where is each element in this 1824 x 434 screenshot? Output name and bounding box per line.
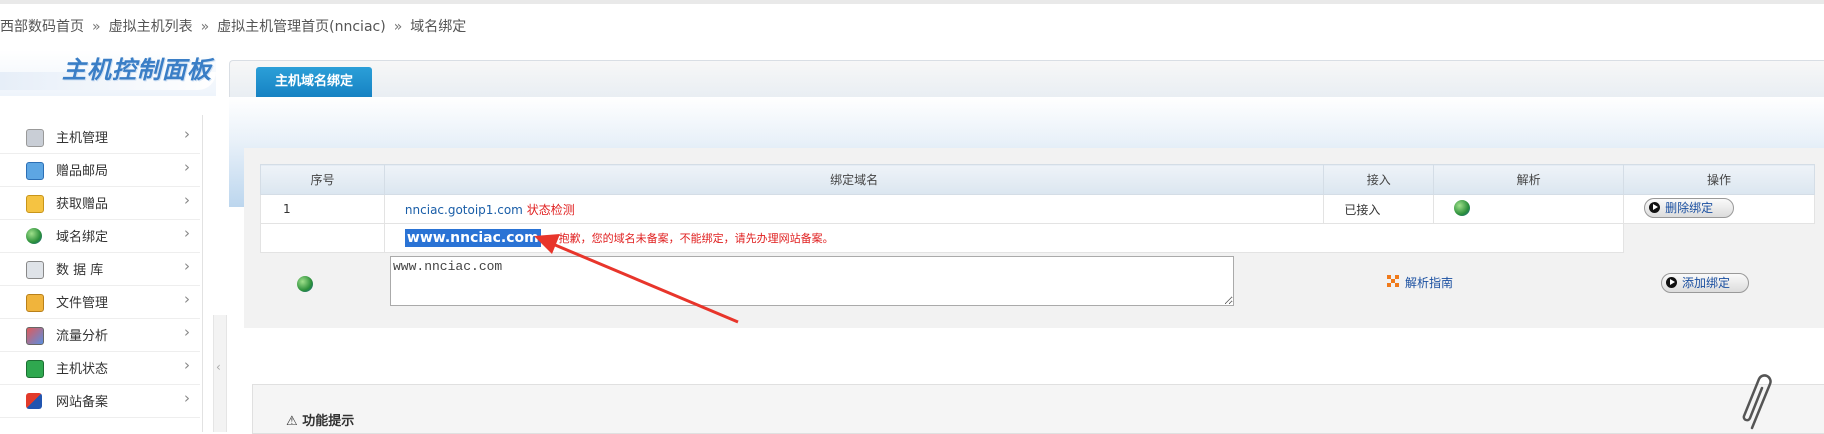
tips-title-text: 功能提示	[302, 414, 355, 429]
chevron-left-icon: ‹	[216, 360, 221, 374]
server-icon	[26, 129, 44, 147]
play-icon	[1666, 277, 1677, 288]
gift-icon	[26, 195, 44, 213]
table-row: 1 nnciac.gotoip1.com 状态检测 已接入 删除绑定	[260, 194, 1815, 224]
sidebar-item-label: 流量分析	[56, 329, 109, 344]
add-binding-label: 添加绑定	[1682, 276, 1731, 290]
database-icon	[26, 261, 44, 279]
globe-icon	[1454, 200, 1471, 216]
table-header-row: 序号 绑定域名 接入 解析 操作	[260, 164, 1815, 195]
sidebar-item-label: 获取赠品	[56, 197, 109, 212]
tips-panel	[252, 384, 1824, 434]
sidebar: 主机管理 › 赠品邮局 › 获取赠品 › 域名绑定 › 数 据 库 › 文件管理…	[0, 115, 203, 432]
play-icon	[1649, 202, 1661, 213]
pending-row: www.nnciac.com 抱歉，您的域名未备案，不能绑定，请先办理网站备案。	[260, 223, 1815, 253]
control-panel-logo: 主机控制面板	[0, 50, 216, 96]
chevron-right-icon: ›	[184, 290, 190, 308]
tips-title: ⚠ 功能提示	[286, 410, 354, 429]
paperclip-icon	[1742, 374, 1772, 430]
column-header: 接入	[1323, 164, 1435, 195]
column-header: 序号	[260, 164, 385, 195]
mail-icon	[26, 162, 44, 180]
resolve-guide-link[interactable]: 解析指南	[1387, 274, 1454, 291]
breadcrumb-separator: »	[92, 19, 101, 35]
sidebar-item-get-gift[interactable]: 获取赠品 ›	[0, 186, 200, 220]
folder-icon	[26, 294, 44, 312]
column-header: 解析	[1433, 164, 1625, 195]
access-status: 已接入	[1323, 194, 1435, 224]
warning-icon: ⚠	[286, 414, 298, 429]
chevron-right-icon: ›	[184, 257, 190, 275]
sidebar-item-host-management[interactable]: 主机管理 ›	[0, 120, 200, 154]
sidebar-item-label: 域名绑定	[56, 230, 109, 245]
delete-binding-button[interactable]: 删除绑定	[1644, 198, 1735, 218]
logo-title: 主机控制面板	[62, 56, 212, 84]
sidebar-item-label: 赠品邮局	[56, 164, 109, 179]
status-check-link[interactable]: 状态检测	[527, 203, 575, 217]
action-cell: 删除绑定	[1623, 194, 1815, 224]
row-index: 1	[260, 194, 385, 224]
sidebar-item-label: 文件管理	[56, 296, 109, 311]
sidebar-collapse-handle[interactable]: ‹	[213, 315, 227, 432]
chevron-right-icon: ›	[184, 125, 190, 143]
guide-icon	[1387, 275, 1399, 287]
breadcrumb: 西部数码首页 » 虚拟主机列表 » 虚拟主机管理首页(nnciac) » 域名绑定	[0, 17, 466, 37]
globe-icon	[297, 276, 313, 292]
sidebar-item-label: 主机状态	[56, 362, 109, 377]
sidebar-item-database[interactable]: 数 据 库 ›	[0, 252, 200, 286]
chevron-right-icon: ›	[184, 224, 190, 242]
sidebar-item-label: 网站备案	[56, 395, 109, 410]
top-border	[0, 0, 1824, 4]
column-header: 绑定域名	[383, 164, 1325, 195]
chevron-right-icon: ›	[184, 356, 190, 374]
chevron-right-icon: ›	[184, 191, 190, 209]
breadcrumb-separator: »	[393, 19, 403, 35]
breadcrumb-home[interactable]: 西部数码首页	[0, 19, 84, 35]
sidebar-item-domain-binding[interactable]: 域名绑定 ›	[0, 219, 200, 253]
breadcrumb-host-list[interactable]: 虚拟主机列表	[109, 19, 193, 35]
chevron-right-icon: ›	[184, 323, 190, 341]
sidebar-item-traffic-analysis[interactable]: 流量分析 ›	[0, 318, 200, 352]
sidebar-item-gift-mail[interactable]: 赠品邮局 ›	[0, 153, 200, 187]
sidebar-item-label: 主机管理	[56, 131, 109, 146]
tab-bar: 主机域名绑定	[229, 60, 1824, 98]
breadcrumb-host-home[interactable]: 虚拟主机管理首页(nnciac)	[217, 19, 386, 35]
globe-icon	[26, 228, 42, 244]
annotation-arrow	[534, 234, 739, 324]
tab-host-domain-binding[interactable]: 主机域名绑定	[256, 67, 372, 97]
domain-input[interactable]: www.nnciac.com	[390, 256, 1234, 306]
breadcrumb-current: 域名绑定	[410, 19, 467, 35]
status-icon	[26, 360, 44, 378]
resolve-cell	[1433, 194, 1625, 224]
pending-domain[interactable]: www.nnciac.com	[404, 229, 541, 247]
chevron-right-icon: ›	[184, 389, 190, 407]
bound-domain-link[interactable]: nnciac.gotoip1.com	[405, 203, 523, 217]
add-binding-button[interactable]: 添加绑定	[1661, 273, 1749, 293]
empty-cell	[260, 223, 385, 253]
domain-cell: nnciac.gotoip1.com 状态检测	[383, 194, 1325, 224]
chart-icon	[26, 327, 44, 345]
sidebar-item-file-management[interactable]: 文件管理 ›	[0, 285, 200, 319]
sidebar-item-label: 数 据 库	[56, 263, 104, 278]
empty-cell	[1623, 223, 1815, 253]
domain-table: 序号 绑定域名 接入 解析 操作 1 nnciac.gotoip1.com 状态…	[260, 164, 1815, 253]
record-icon	[26, 393, 42, 409]
column-header: 操作	[1623, 164, 1815, 195]
sidebar-item-website-record[interactable]: 网站备案 ›	[0, 384, 200, 418]
chevron-right-icon: ›	[184, 158, 190, 176]
sidebar-item-host-status[interactable]: 主机状态 ›	[0, 351, 200, 385]
resolve-guide-label: 解析指南	[1405, 276, 1454, 290]
delete-binding-label: 删除绑定	[1665, 201, 1714, 215]
breadcrumb-separator: »	[200, 19, 210, 35]
